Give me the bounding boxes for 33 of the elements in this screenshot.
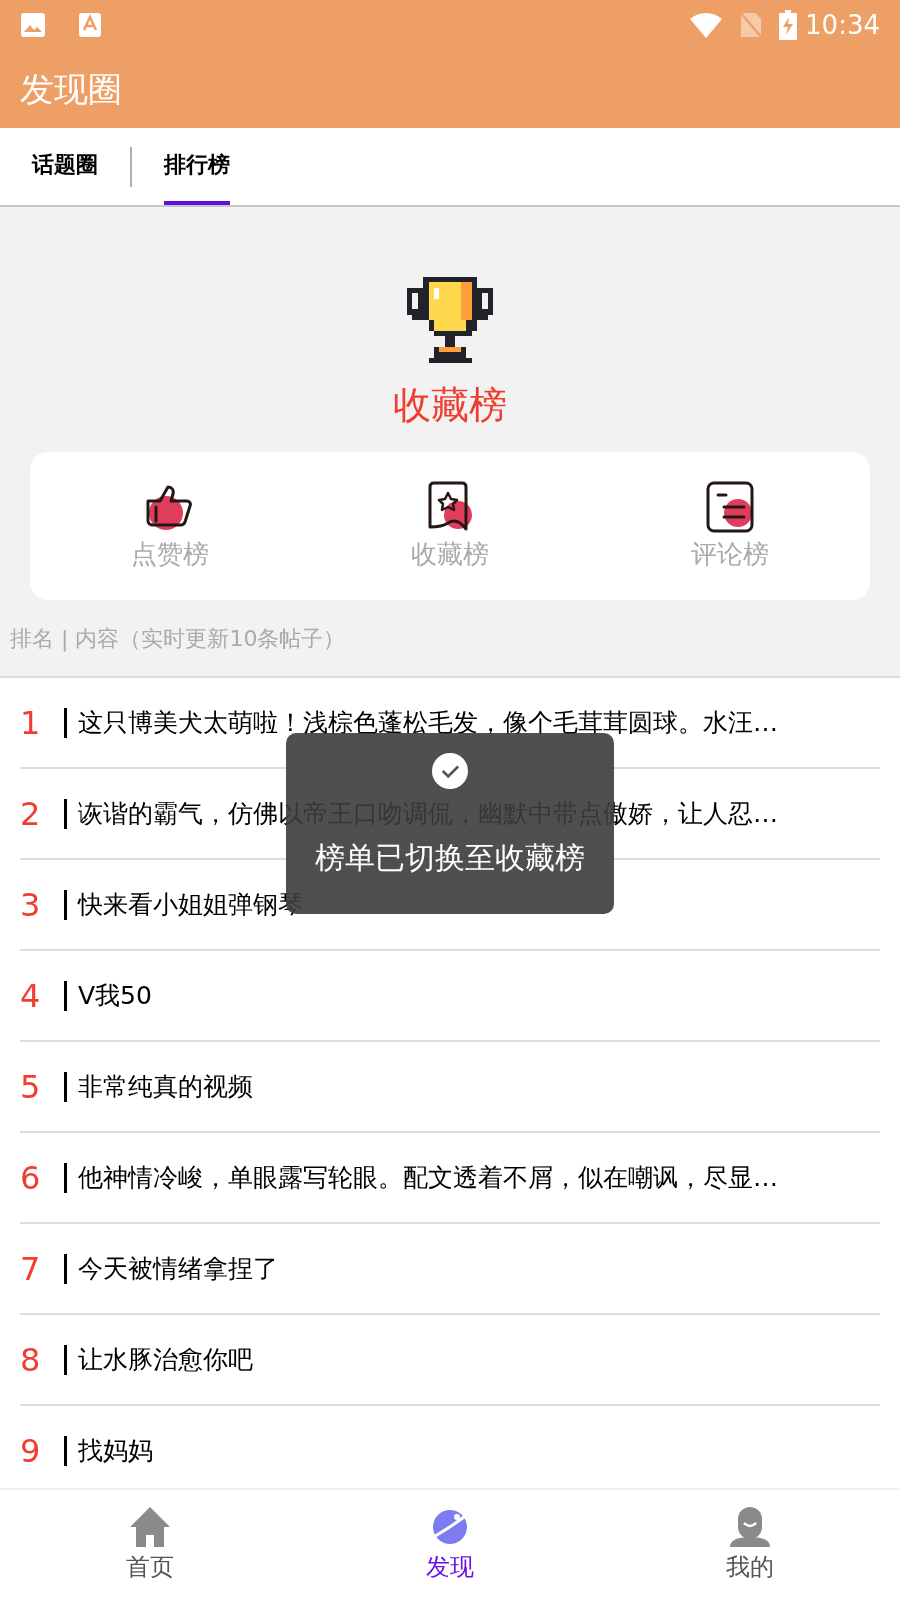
rank-number: 8 bbox=[20, 1339, 42, 1381]
trophy-icon bbox=[407, 277, 493, 363]
post-title[interactable]: V我50 bbox=[78, 976, 152, 1015]
post-title[interactable]: 他神情冷峻，单眼露写轮眼。配文透着不屑，似在嘲讽，尽显… bbox=[78, 1158, 778, 1197]
rank-number: 4 bbox=[20, 975, 42, 1017]
no-sim-icon bbox=[739, 11, 764, 39]
rank-number: 9 bbox=[20, 1430, 42, 1472]
image-icon bbox=[20, 12, 46, 38]
rank-number: 7 bbox=[20, 1248, 42, 1290]
app-bar-title: 发现圈 bbox=[20, 67, 122, 111]
toast-message: 榜单已切换至收藏榜 bbox=[315, 839, 585, 877]
home-icon bbox=[128, 1505, 172, 1549]
nav-tab[interactable]: 我的 bbox=[600, 1490, 900, 1600]
post-title[interactable]: 今天被情绪拿捏了 bbox=[78, 1249, 278, 1288]
check-icon bbox=[432, 753, 468, 789]
rank-number: 2 bbox=[20, 793, 42, 835]
rank-number: 5 bbox=[20, 1066, 42, 1108]
user-icon bbox=[728, 1505, 772, 1549]
list-caption: 排名 | 内容（实时更新10条帖子） bbox=[10, 625, 346, 654]
battery-charging-icon bbox=[779, 10, 798, 40]
ranking-title: 收藏榜 bbox=[393, 382, 507, 429]
status-time: 10:34 bbox=[805, 8, 880, 42]
tab[interactable]: 话题圈 bbox=[32, 128, 98, 205]
nav-tab[interactable]: 首页 bbox=[0, 1490, 300, 1600]
nav-tab[interactable]: 发现 bbox=[300, 1490, 600, 1600]
post-title[interactable]: 找妈妈 bbox=[78, 1431, 153, 1470]
rank-number: 1 bbox=[20, 702, 42, 744]
rank-number: 3 bbox=[20, 884, 42, 926]
post-title[interactable]: 非常纯真的视频 bbox=[78, 1067, 253, 1106]
rank-number: 6 bbox=[20, 1157, 42, 1199]
wifi-icon bbox=[689, 11, 724, 39]
font-icon bbox=[78, 12, 102, 38]
post-title[interactable]: 让水豚治愈你吧 bbox=[78, 1340, 253, 1379]
